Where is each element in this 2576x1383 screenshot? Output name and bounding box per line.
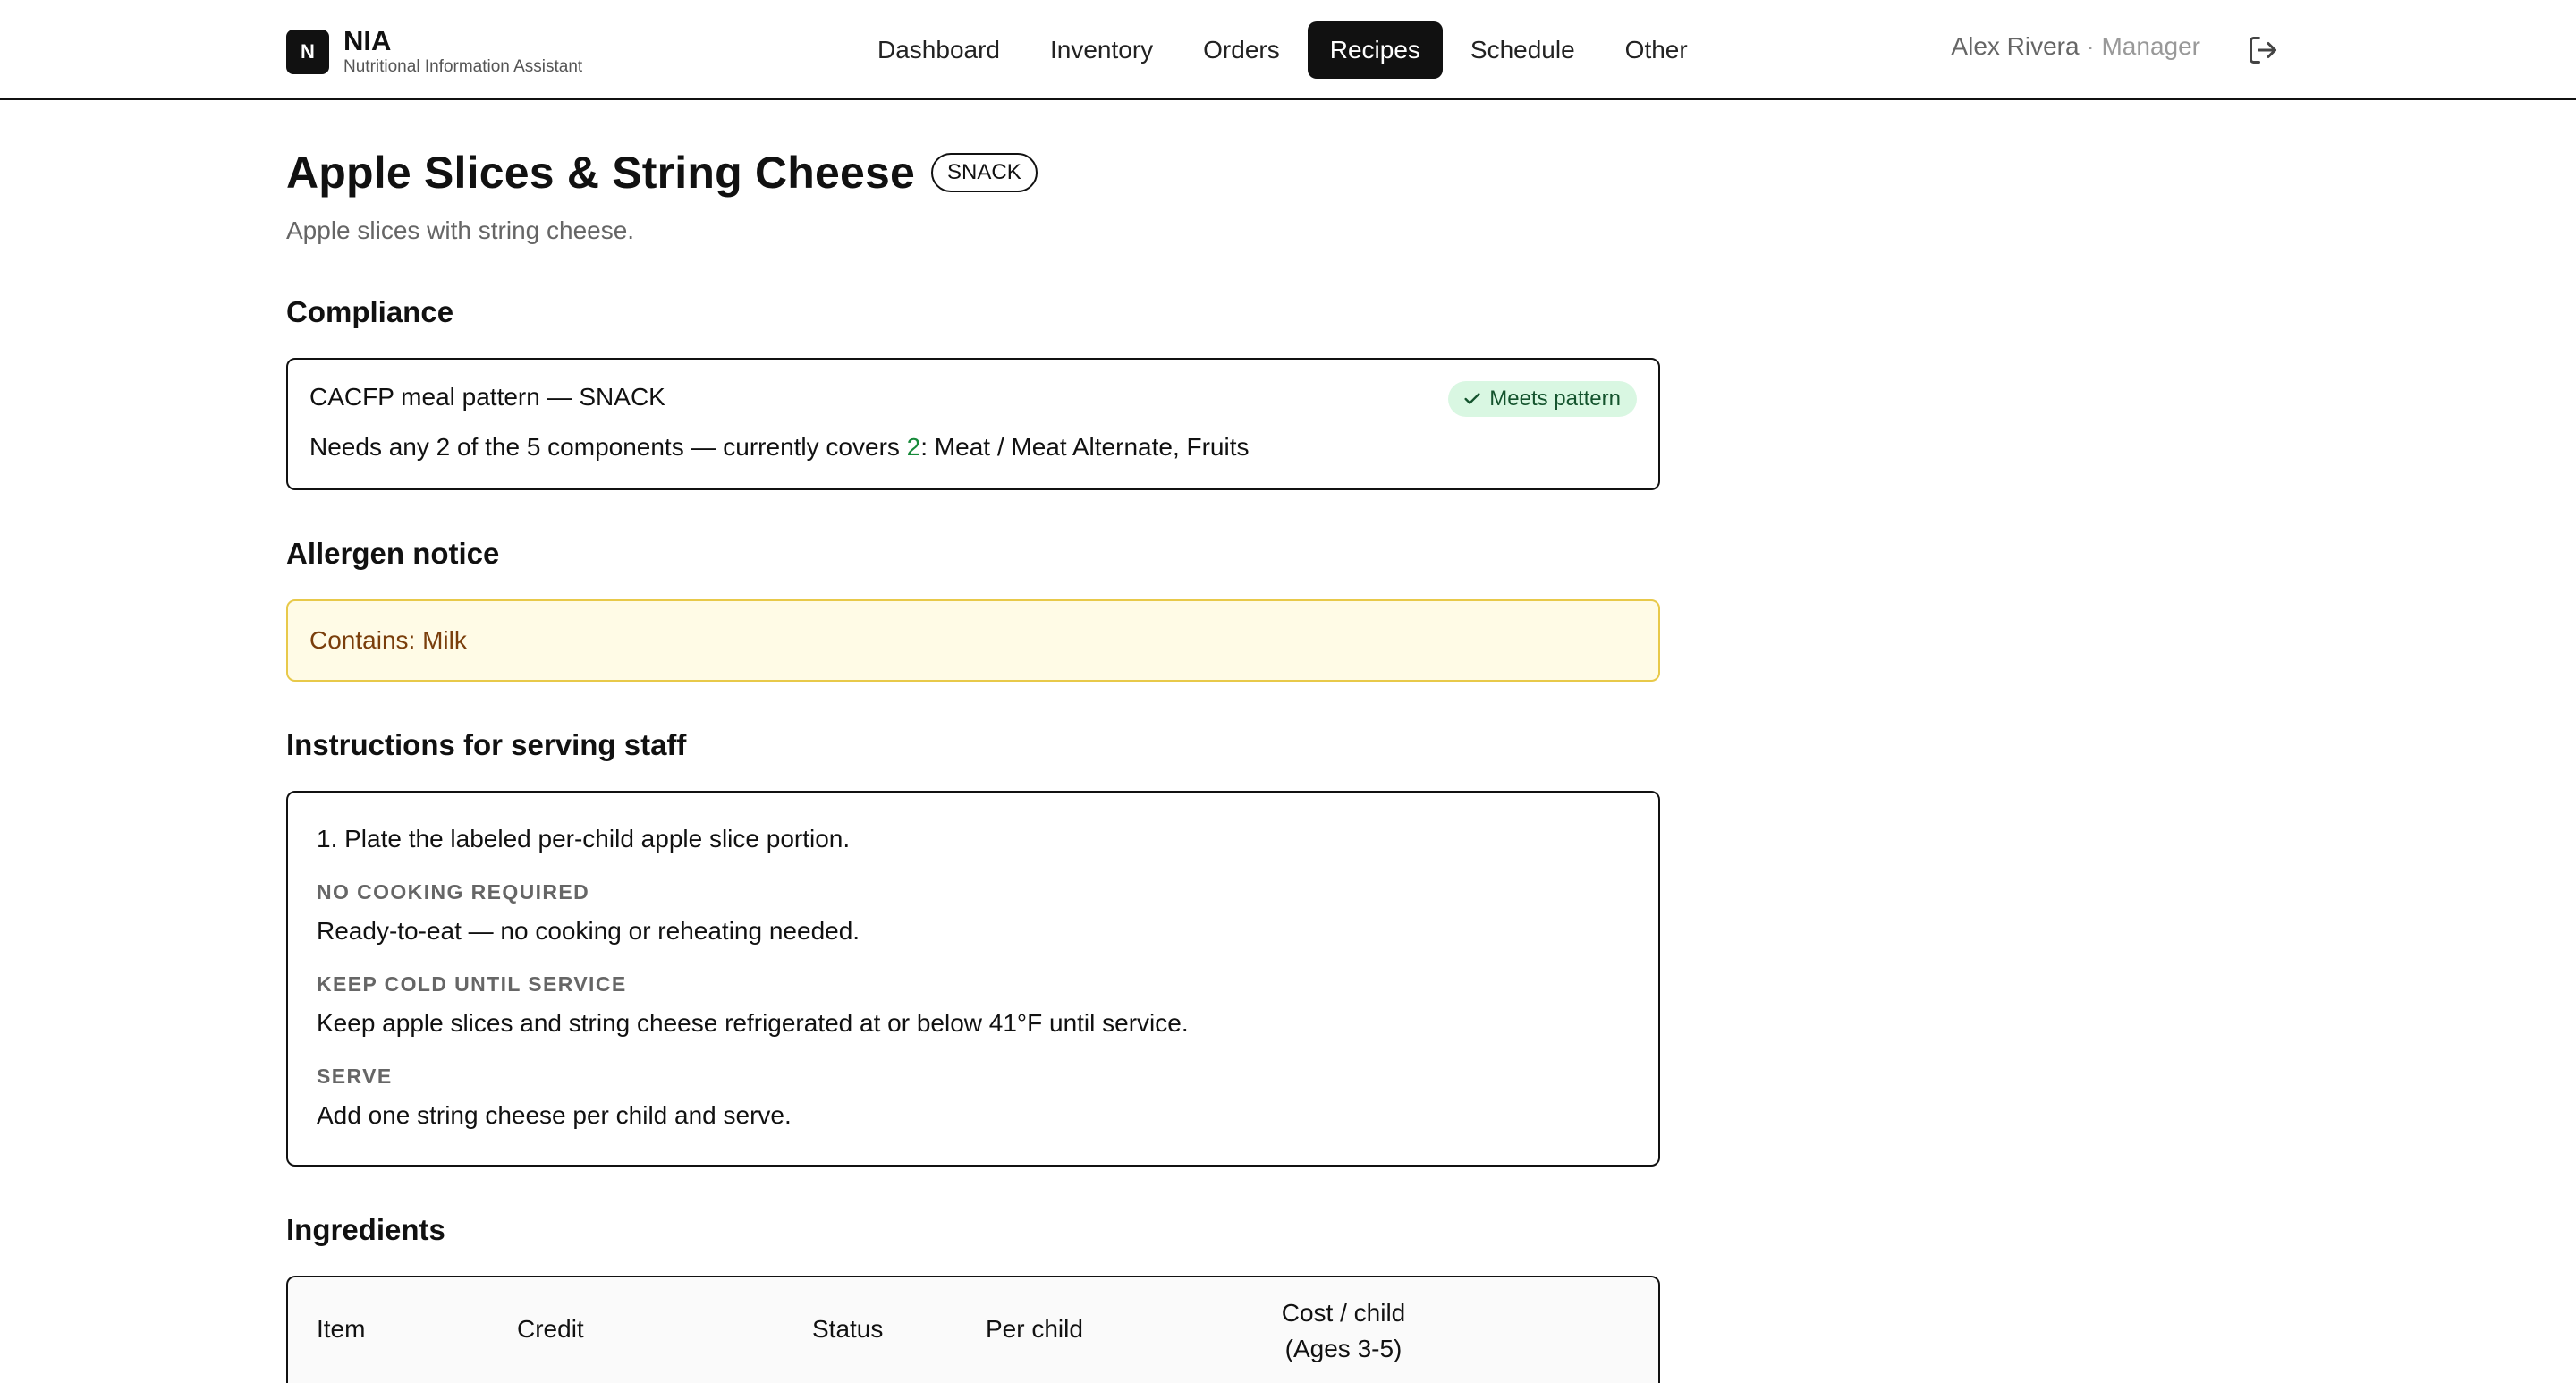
brand-text: NIA Nutritional Information Assistant <box>343 27 582 77</box>
page-title: Apple Slices & String Cheese <box>286 148 916 198</box>
instruction-section-text: Add one string cheese per child and serv… <box>317 1101 792 1129</box>
check-icon <box>1464 393 1480 404</box>
main-nav: Dashboard Inventory Orders Recipes Sched… <box>855 21 1716 79</box>
components-coverage: Needs any 2 of the 5 components — curren… <box>309 433 1637 462</box>
nav-item-schedule[interactable]: Schedule <box>1448 21 1597 79</box>
column-header-credit[interactable]: Credit <box>517 1315 584 1344</box>
nav-item-recipes[interactable]: Recipes <box>1307 21 1443 79</box>
meal-type-badge: SNACK <box>931 153 1038 192</box>
column-header-status[interactable]: Status <box>812 1315 883 1344</box>
user-info: Alex Rivera · Manager <box>1951 32 2200 61</box>
nav-item-other[interactable]: Other <box>1603 21 1710 79</box>
cost-header-line2: (Ages 3-5) <box>1284 1335 1402 1362</box>
instruction-section-label: NO COOKING REQUIRED <box>317 880 590 904</box>
instruction-step: 1. Plate the labeled per-child apple sli… <box>317 825 851 853</box>
user-role: Manager <box>2101 32 2200 60</box>
title-row: Apple Slices & String Cheese SNACK <box>286 147 1660 199</box>
ingredients-table: Item Credit Status Per child Cost / chil… <box>286 1276 1660 1383</box>
brand[interactable]: N NIA Nutritional Information Assistant <box>286 27 582 77</box>
instruction-section-text: Ready-to-eat — no cooking or reheating n… <box>317 917 860 945</box>
nav-item-dashboard[interactable]: Dashboard <box>855 21 1022 79</box>
user-name: Alex Rivera <box>1951 32 2080 60</box>
instructions-heading: Instructions for serving staff <box>286 728 687 761</box>
top-navigation-bar: N NIA Nutritional Information Assistant … <box>0 0 2576 100</box>
user-separator: · <box>2086 32 2095 60</box>
column-header-cost-per-child[interactable]: Cost / child (Ages 3-5) <box>1254 1295 1433 1367</box>
instructions-card: 1. Plate the labeled per-child apple sli… <box>286 791 1660 1167</box>
instruction-section-label: KEEP COLD UNTIL SERVICE <box>317 972 627 996</box>
status-badge: Meets pattern <box>1448 381 1637 417</box>
status-label: Meets pattern <box>1489 386 1621 411</box>
logo-icon: N <box>286 30 329 74</box>
main-content: Apple Slices & String Cheese SNACK Apple… <box>286 100 1660 1383</box>
app-subtitle: Nutritional Information Assistant <box>343 57 583 76</box>
coverage-suffix: : Meat / Meat Alternate, Fruits <box>920 433 1250 461</box>
meal-pattern-line: CACFP meal pattern — SNACK <box>309 383 665 411</box>
nav-item-inventory[interactable]: Inventory <box>1028 21 1175 79</box>
nav-item-orders[interactable]: Orders <box>1181 21 1302 79</box>
ingredients-heading: Ingredients <box>286 1213 445 1246</box>
coverage-prefix: Needs any 2 of the 5 components — curren… <box>309 433 907 461</box>
allergen-notice: Contains: Milk <box>286 599 1660 682</box>
recipe-description: Apple slices with string cheese. <box>286 216 635 244</box>
instruction-section-label: SERVE <box>317 1065 393 1088</box>
compliance-card: CACFP meal pattern — SNACK Meets pattern… <box>286 358 1660 490</box>
column-header-per-child[interactable]: Per child <box>986 1315 1083 1344</box>
cost-header-line1: Cost / child <box>1281 1299 1406 1327</box>
column-header-item[interactable]: Item <box>317 1315 365 1344</box>
allergen-heading: Allergen notice <box>286 537 500 570</box>
coverage-count: 2 <box>906 433 921 461</box>
compliance-heading: Compliance <box>286 295 454 328</box>
logout-icon[interactable] <box>2247 34 2279 66</box>
instruction-section-text: Keep apple slices and string cheese refr… <box>317 1009 1189 1037</box>
app-name: NIA <box>343 25 392 56</box>
